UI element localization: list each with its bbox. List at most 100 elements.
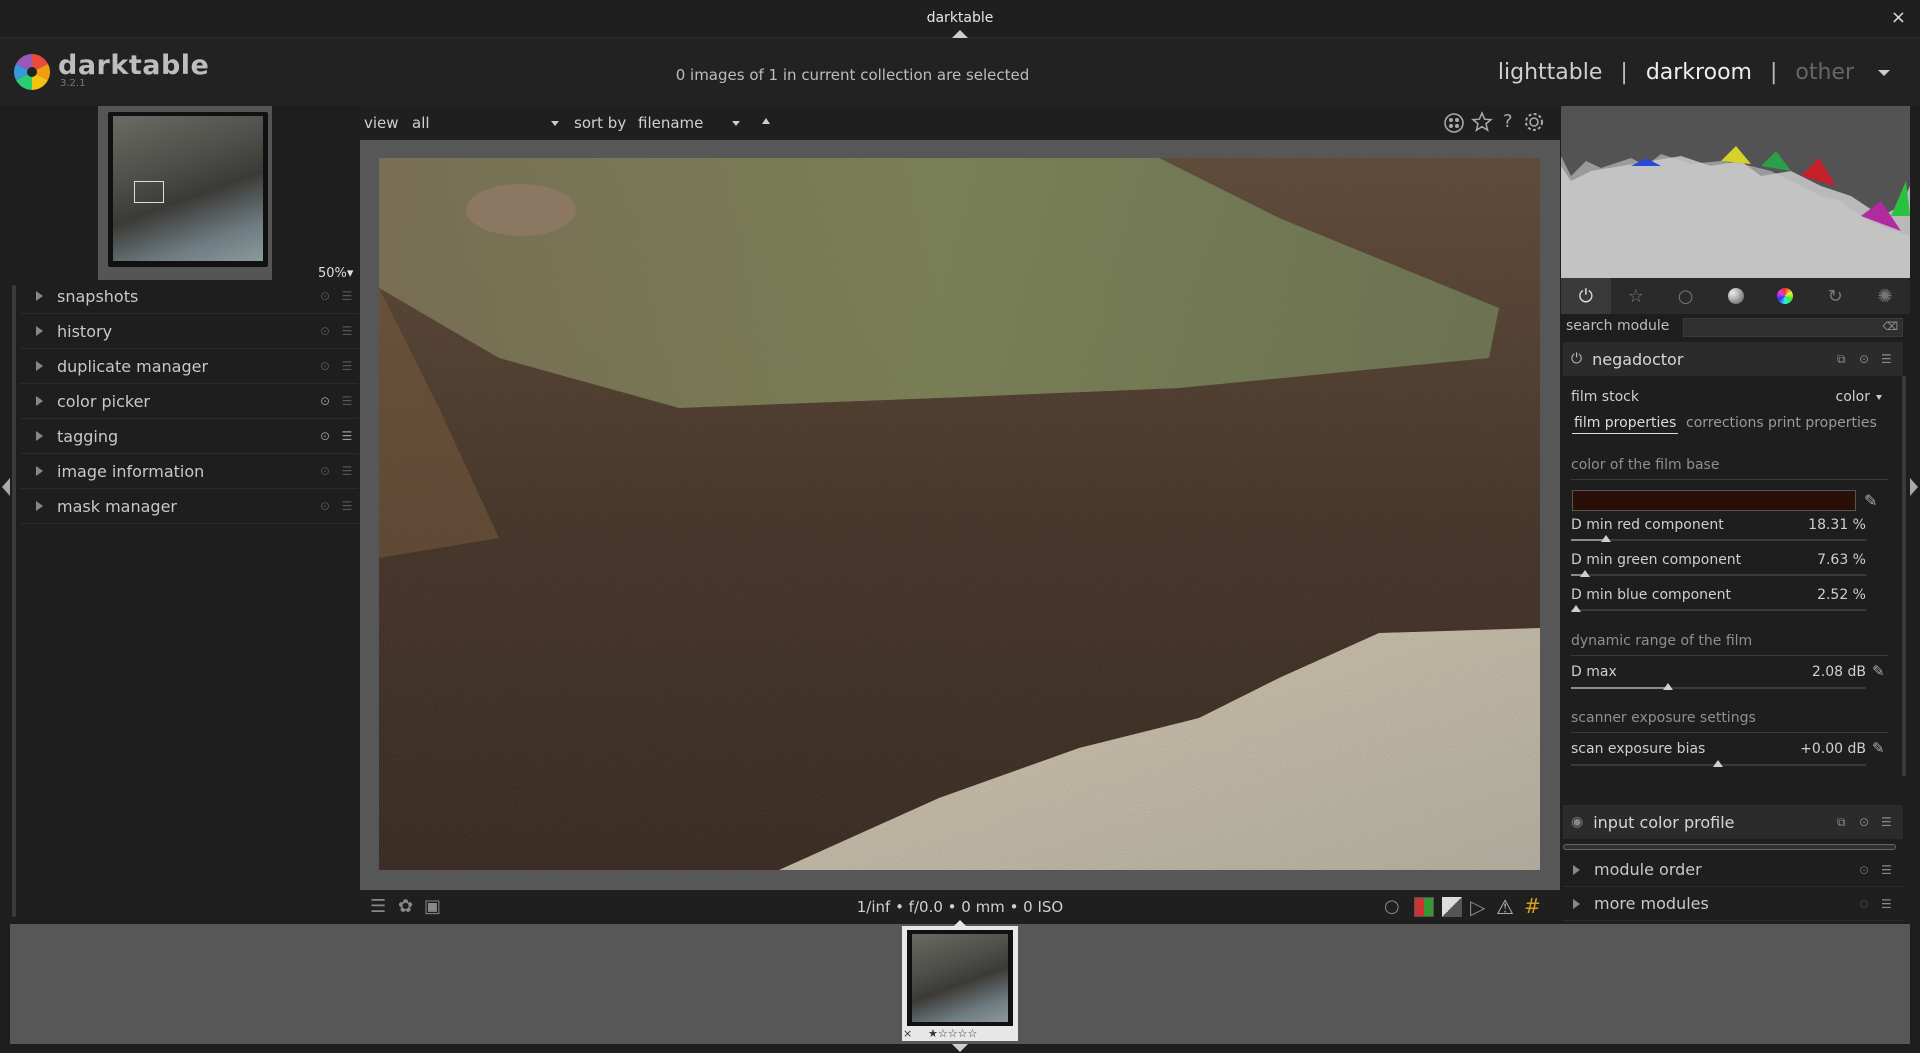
warning-icon[interactable]: ⚠	[1496, 895, 1514, 919]
reset-icon[interactable]: ⊙	[1859, 352, 1881, 366]
slider-handle[interactable]	[1580, 570, 1590, 577]
input-color-profile-module-header[interactable]: ◉ input color profile ⧉ ⊙ ☰	[1563, 805, 1903, 839]
gear-icon[interactable]	[1523, 111, 1545, 133]
presets-icon[interactable]: ☰	[336, 359, 358, 373]
view-filter-select[interactable]: all	[412, 114, 552, 132]
guides-grid-icon[interactable]: #	[1524, 894, 1541, 918]
module-tagging[interactable]: tagging ⊙ ☰	[20, 419, 358, 454]
collapse-top-panel-icon[interactable]	[952, 30, 968, 38]
tab-film-properties[interactable]: film properties	[1572, 415, 1679, 434]
collapse-bottom-panel-icon[interactable]	[952, 1044, 968, 1052]
slider-handle[interactable]	[1601, 535, 1611, 542]
presets-icon[interactable]: ☰	[1881, 863, 1903, 877]
color-labels-filter-icon[interactable]	[1443, 112, 1465, 134]
dmin-blue-slider[interactable]	[1571, 609, 1866, 611]
navigation-thumbnail[interactable]	[98, 106, 272, 280]
search-module-input[interactable]: ⌫	[1683, 318, 1903, 337]
reset-icon[interactable]: ⊙	[314, 324, 336, 338]
navigation-viewport-box[interactable]	[134, 181, 164, 203]
sort-order-icon[interactable]	[762, 118, 770, 124]
film-stock-select[interactable]: color	[1790, 389, 1870, 405]
tab-favorites[interactable]: ☆	[1611, 278, 1661, 314]
module-color-picker[interactable]: color picker ⊙ ☰	[20, 384, 358, 419]
view-darkroom[interactable]: darkroom	[1646, 60, 1752, 85]
color-picker-icon[interactable]: ✎	[1872, 739, 1885, 757]
presets-icon[interactable]: ☰	[336, 429, 358, 443]
multi-instance-icon[interactable]: ⧉	[1837, 815, 1859, 830]
more-modules[interactable]: more modules ⊙ ☰	[1563, 887, 1903, 921]
presets-icon[interactable]: ☰	[336, 324, 358, 338]
view-lighttable[interactable]: lighttable	[1498, 60, 1602, 85]
module-snapshots[interactable]: snapshots ⊙ ☰	[20, 279, 358, 314]
module-history[interactable]: history ⊙ ☰	[20, 314, 358, 349]
color-picker-icon[interactable]: ✎	[1864, 491, 1877, 510]
tab-corrections[interactable]: corrections	[1686, 415, 1764, 431]
reset-icon[interactable]: ⊙	[314, 289, 336, 303]
film-base-color-swatch[interactable]	[1572, 490, 1856, 511]
horizontal-scrollbar[interactable]	[1563, 844, 1896, 850]
presets-icon[interactable]: ☰	[1881, 897, 1903, 911]
module-mask-manager[interactable]: mask manager ⊙ ☰	[20, 489, 358, 524]
tab-base[interactable]: ○	[1661, 278, 1711, 314]
tab-print-properties[interactable]: print properties	[1768, 415, 1877, 431]
bulb-icon[interactable]: ○	[1384, 896, 1400, 917]
negadoctor-module-header[interactable]: ⏻ negadoctor ⧉ ⊙ ☰	[1563, 342, 1903, 376]
module-order[interactable]: module order ⊙ ☰	[1563, 853, 1903, 887]
chevron-down-icon[interactable]	[551, 121, 559, 126]
collapse-left-panel-icon[interactable]	[2, 478, 10, 496]
presets-icon[interactable]: ☰	[336, 464, 358, 478]
reset-icon[interactable]: ⊙	[314, 394, 336, 408]
color-assessment-icon[interactable]	[1414, 897, 1434, 917]
clear-icon[interactable]: ⌫	[1882, 320, 1898, 333]
presets-icon[interactable]: ☰	[336, 289, 358, 303]
softproof-icon[interactable]	[1442, 897, 1462, 917]
reset-icon[interactable]: ⊙	[314, 464, 336, 478]
close-window-button[interactable]: ×	[1891, 7, 1906, 28]
presets-icon[interactable]: ☰	[1881, 815, 1903, 829]
reset-icon[interactable]: ⊙	[1859, 815, 1881, 829]
module-duplicate-manager[interactable]: duplicate manager ⊙ ☰	[20, 349, 358, 384]
tab-color[interactable]	[1760, 278, 1810, 314]
presets-icon[interactable]: ☰	[336, 499, 358, 513]
reset-icon[interactable]: ⊙	[1859, 897, 1881, 911]
gamut-check-icon[interactable]: ▷	[1470, 895, 1485, 919]
reset-icon[interactable]: ⊙	[1859, 863, 1881, 877]
slider-handle[interactable]	[1663, 683, 1673, 690]
chevron-down-icon[interactable]	[732, 121, 740, 126]
power-icon[interactable]: ⏻	[1571, 351, 1582, 367]
tab-correct[interactable]: ↻	[1810, 278, 1860, 314]
chevron-down-icon[interactable]	[1876, 395, 1882, 400]
star-rating[interactable]: ★☆☆☆☆	[928, 1027, 977, 1040]
filmstrip-thumbnail[interactable]: × ★☆☆☆☆	[902, 926, 1018, 1041]
help-icon[interactable]: ?	[1503, 111, 1513, 132]
color-wheel-icon	[1777, 288, 1794, 304]
slider-handle[interactable]	[1713, 760, 1723, 767]
histogram[interactable]	[1561, 106, 1910, 278]
collapse-right-panel-icon[interactable]	[1910, 478, 1918, 496]
reset-icon[interactable]: ⊙	[314, 499, 336, 513]
tab-effect[interactable]: ✺	[1860, 278, 1910, 314]
dmax-value: 2.08 dB	[1811, 664, 1866, 680]
presets-icon[interactable]: ☰	[1881, 352, 1903, 366]
multi-instance-icon[interactable]: ⧉	[1837, 352, 1859, 367]
dmin-green-slider[interactable]	[1571, 574, 1866, 576]
reset-icon[interactable]: ⊙	[314, 429, 336, 443]
color-picker-icon[interactable]: ✎	[1872, 662, 1885, 680]
slider-handle[interactable]	[1571, 605, 1581, 612]
tab-tone[interactable]	[1711, 278, 1761, 314]
reset-icon[interactable]: ⊙	[314, 359, 336, 373]
dmin-red-slider[interactable]	[1571, 539, 1866, 541]
right-panel-scrollbar[interactable]	[1902, 376, 1906, 776]
reject-icon[interactable]: ×	[903, 1027, 912, 1040]
sort-by-select[interactable]: filename	[638, 114, 738, 132]
views-dropdown-icon[interactable]	[1878, 70, 1890, 76]
view-other[interactable]: other	[1795, 60, 1854, 85]
module-image-information[interactable]: image information ⊙ ☰	[20, 454, 358, 489]
star-rating-filter-icon[interactable]	[1471, 111, 1493, 133]
dmin-green-value: 7.63 %	[1817, 552, 1866, 568]
tab-active-modules[interactable]: ⏻	[1561, 278, 1611, 314]
power-icon[interactable]: ◉	[1571, 814, 1583, 830]
left-panel-scrollbar[interactable]	[12, 285, 16, 917]
presets-icon[interactable]: ☰	[336, 394, 358, 408]
main-image[interactable]	[379, 158, 1540, 870]
